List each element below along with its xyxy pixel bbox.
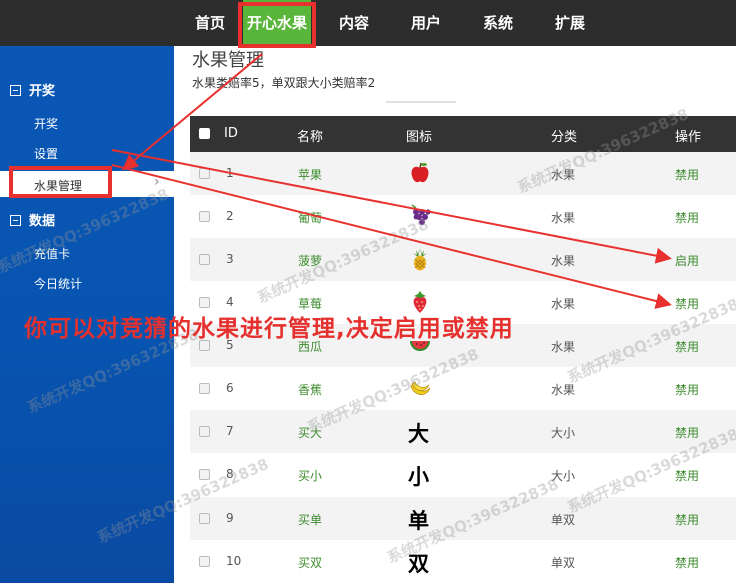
annotation-arrows (111, 53, 672, 309)
arrow-to-disable (111, 164, 672, 309)
arrow-to-sidebar (121, 53, 263, 171)
annotation-text: 你可以对竞猜的水果进行管理,决定启用或禁用 (24, 316, 514, 342)
arrow-to-enable (111, 149, 672, 264)
